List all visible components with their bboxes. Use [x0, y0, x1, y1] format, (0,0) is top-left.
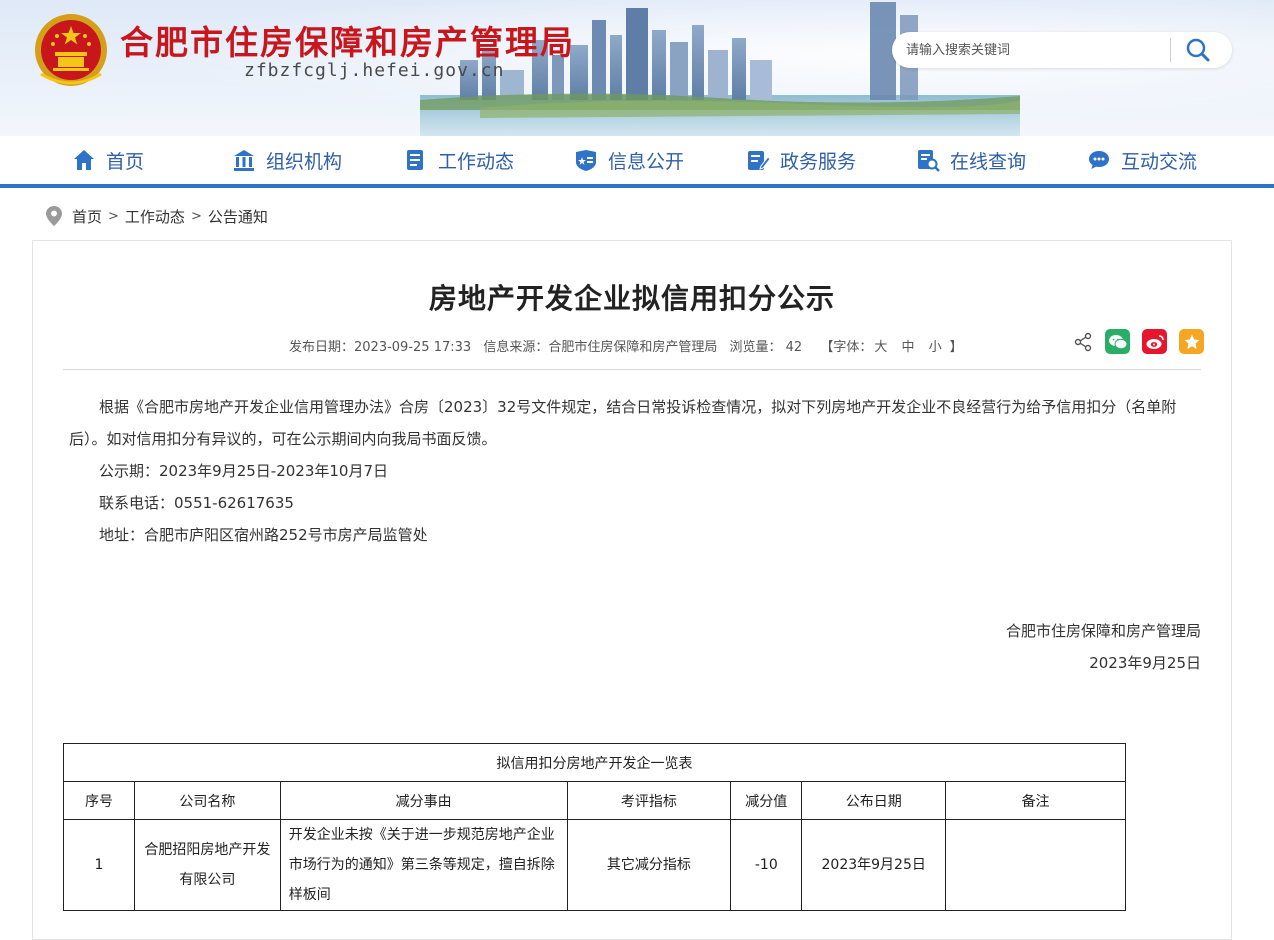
meta-source: 信息来源：合肥市住房保障和房产管理局 — [483, 340, 717, 355]
main-nav: 首页 组织机构 工作动态 信息公开 政务服务 在线查询 互动交流 — [0, 136, 1274, 188]
nav-label: 在线查询 — [950, 150, 1027, 173]
share-wechat-button[interactable] — [1105, 329, 1130, 354]
share-weibo-button[interactable] — [1142, 329, 1167, 354]
search-divider — [1170, 38, 1171, 62]
signature-org: 合肥市住房保障和房产管理局 — [1005, 622, 1201, 640]
nav-item-home[interactable]: 首页 — [72, 136, 144, 184]
site-domain: zfbzfcglj.hefei.gov.cn — [244, 60, 505, 81]
table-header-cell: 序号 — [63, 781, 135, 820]
table-cell — [945, 819, 1126, 911]
meta-views-value: 42 — [785, 340, 803, 355]
header-banner: 合肥市住房保障和房产管理局 zfbzfcglj.hefei.gov.cn — [0, 0, 1274, 136]
breadcrumb-separator: > — [190, 208, 202, 224]
divider — [63, 369, 1201, 370]
meta-date-value: 2023-09-25 17:33 — [354, 340, 472, 355]
font-size-suffix: 】 — [949, 340, 963, 355]
table-cell: 1 — [63, 819, 135, 911]
table-cell: 合肥招阳房地产开发有限公司 — [133, 819, 281, 911]
article-title: 房地产开发企业拟信用扣分公示 — [428, 282, 835, 315]
national-emblem-logo — [35, 14, 107, 86]
breadcrumb-separator: > — [108, 208, 119, 224]
document-icon — [407, 150, 423, 170]
nav-label: 互动交流 — [1121, 150, 1198, 173]
share-bar — [1073, 329, 1204, 354]
nav-item-online-query[interactable]: 在线查询 — [916, 136, 1026, 184]
nav-item-organization[interactable]: 组织机构 — [232, 136, 342, 184]
table-header-cell: 减分值 — [730, 781, 803, 820]
signature-date: 2023年9月25日 — [1089, 654, 1201, 672]
chat-icon — [1089, 151, 1109, 169]
article-body: 根据《合肥市房地产开发企业信用管理办法》合房〔2023〕32号文件规定，结合日常… — [69, 391, 1201, 551]
meta-source-label: 信息来源： — [483, 340, 549, 355]
table-header-cell: 考评指标 — [566, 781, 732, 820]
nav-item-interaction[interactable]: 互动交流 — [1087, 136, 1197, 184]
nav-label: 信息公开 — [608, 150, 685, 173]
table-cell: 2023年9月25日 — [801, 819, 947, 911]
nav-label: 工作动态 — [438, 150, 515, 173]
deduction-table: 拟信用扣分房地产开发企一览表 序号 公司名称 减分事由 考评指标 减分值 公布日… — [63, 743, 1126, 911]
article-container: 房地产开发企业拟信用扣分公示 发布日期：2023-09-25 17:33 信息来… — [32, 240, 1232, 940]
font-size-control: 【字体：大 中 小】 — [820, 340, 962, 355]
nav-item-info-disclosure[interactable]: 信息公开 — [574, 136, 684, 184]
search-icon — [1186, 38, 1210, 62]
article-paragraph: 地址：合肥市庐阳区宿州路252号市房产局监管处 — [99, 526, 428, 544]
table-cell: 其它减分指标 — [566, 819, 732, 911]
search-doc-icon — [918, 150, 940, 172]
share-icon — [1074, 332, 1092, 351]
breadcrumb-work-news[interactable]: 工作动态 — [125, 206, 185, 227]
signature: 合肥市住房保障和房产管理局 2023年9月25日 — [1006, 615, 1201, 679]
nav-label: 首页 — [106, 150, 145, 173]
wechat-icon — [1108, 334, 1127, 349]
search-box — [892, 32, 1232, 68]
nav-item-work-news[interactable]: 工作动态 — [404, 136, 514, 184]
article-paragraph: 联系电话：0551-62617635 — [99, 494, 294, 512]
favorite-icon — [1184, 334, 1199, 349]
meta-date: 发布日期：2023-09-25 17:33 — [289, 340, 471, 355]
nav-item-gov-services[interactable]: 政务服务 — [746, 136, 856, 184]
table-cell: -10 — [730, 819, 803, 911]
building-icon — [234, 150, 254, 171]
font-large-button[interactable]: 大 — [874, 340, 887, 355]
search-input[interactable] — [906, 32, 1168, 68]
font-size-prefix: 【字体： — [820, 340, 873, 355]
meta-date-label: 发布日期： — [289, 340, 355, 355]
breadcrumb-notices[interactable]: 公告通知 — [208, 206, 268, 227]
meta-views: 浏览量： 42 — [729, 340, 802, 355]
article-paragraph: 公示期：2023年9月25日-2023年10月7日 — [99, 462, 389, 480]
share-button[interactable] — [1073, 332, 1093, 352]
search-button[interactable] — [1180, 36, 1216, 64]
table-row: 1 合肥招阳房地产开发有限公司 开发企业未按《关于进一步规范房地产企业市场行为的… — [63, 819, 1126, 911]
location-pin-icon — [46, 206, 62, 226]
font-medium-button[interactable]: 中 — [902, 340, 915, 355]
table-header-cell: 减分事由 — [279, 781, 568, 820]
edit-icon — [748, 151, 770, 170]
breadcrumb-home[interactable]: 首页 — [72, 206, 102, 227]
table-caption: 拟信用扣分房地产开发企一览表 — [63, 743, 1126, 782]
table-cell: 开发企业未按《关于进一步规范房地产企业市场行为的通知》第三条等规定，擅自拆除样板… — [279, 819, 568, 911]
nav-label: 组织机构 — [266, 150, 343, 173]
favorite-button[interactable] — [1179, 329, 1204, 354]
table-header-cell: 备注 — [945, 781, 1126, 820]
meta-views-label: 浏览量： — [729, 340, 782, 355]
nav-label: 政务服务 — [780, 150, 857, 173]
home-icon — [74, 150, 94, 170]
article-paragraph: 根据《合肥市房地产开发企业信用管理办法》合房〔2023〕32号文件规定，结合日常… — [69, 398, 1177, 448]
font-small-button[interactable]: 小 — [929, 340, 942, 355]
weibo-icon — [1146, 334, 1164, 349]
article-meta: 发布日期：2023-09-25 17:33 信息来源：合肥市住房保障和房产管理局… — [289, 336, 971, 355]
site-title: 合肥市住房保障和房产管理局 — [120, 23, 575, 62]
info-shield-icon — [576, 150, 596, 171]
table-header-cell: 公布日期 — [801, 781, 947, 820]
breadcrumb: 首页 > 工作动态 > 公告通知 — [46, 204, 268, 228]
table-header-row: 序号 公司名称 减分事由 考评指标 减分值 公布日期 备注 — [63, 781, 1126, 820]
table-header-cell: 公司名称 — [133, 781, 281, 820]
meta-source-value: 合肥市住房保障和房产管理局 — [548, 340, 718, 355]
